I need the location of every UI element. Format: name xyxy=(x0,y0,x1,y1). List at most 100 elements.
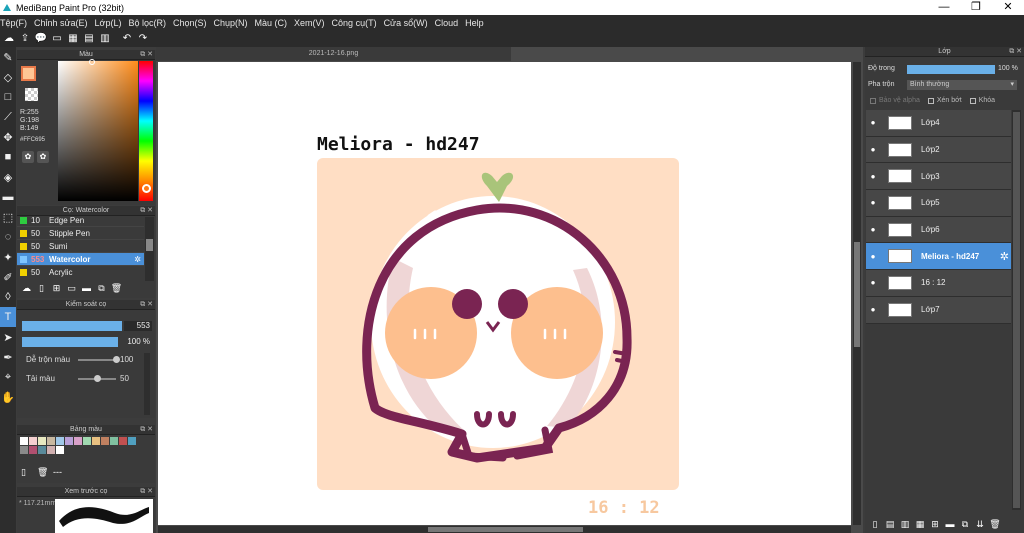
brush-item[interactable]: 50 Stipple Pen xyxy=(17,227,144,240)
layer-row[interactable]: ● Lớp3 xyxy=(866,163,1011,191)
menu-window[interactable]: Cửa sổ(W) xyxy=(384,18,433,28)
palette-swatch[interactable] xyxy=(38,446,46,454)
clipping-checkbox[interactable]: Xén bớt xyxy=(927,97,962,104)
divide-tool-icon[interactable]: ✒ xyxy=(0,347,16,367)
minimize-button[interactable]: — xyxy=(928,0,960,15)
new-8bit-layer-icon[interactable]: ▥ xyxy=(898,519,912,530)
brush-size-track[interactable] xyxy=(22,321,122,331)
new-brush-icon[interactable]: ▯ xyxy=(35,283,48,295)
undo-icon[interactable]: ↶ xyxy=(120,32,134,46)
visibility-icon[interactable]: ● xyxy=(866,172,880,181)
palette-swatch[interactable] xyxy=(101,437,109,445)
menu-view[interactable]: Xem(V) xyxy=(294,18,330,28)
gradient-tool-icon[interactable]: ▬ xyxy=(0,187,16,207)
dot-tool-icon[interactable]: □ xyxy=(0,87,16,107)
layer-row[interactable]: ● Lớp4 xyxy=(866,110,1011,137)
palette-swatch[interactable] xyxy=(65,437,73,445)
panel-close-icon[interactable]: ⧉ ✕ xyxy=(140,425,153,435)
visibility-icon[interactable]: ● xyxy=(866,225,880,234)
hand-tool-icon[interactable]: ✋ xyxy=(0,387,16,407)
color-settings-icon[interactable]: ✿ xyxy=(37,151,49,163)
canvas-vertical-scrollbar[interactable] xyxy=(853,62,861,525)
palette-swatch[interactable] xyxy=(119,437,127,445)
panel-close-icon[interactable]: ⧉ ✕ xyxy=(140,487,153,497)
layer-row[interactable]: ● 16 : 12 xyxy=(866,270,1011,297)
blend-mode-select[interactable]: Bình thường xyxy=(907,80,1017,90)
redo-icon[interactable]: ↷ xyxy=(136,32,150,46)
palette-swatch[interactable] xyxy=(56,437,64,445)
color-wheel-icon[interactable]: ✿ xyxy=(22,151,34,163)
delete-layer-icon[interactable]: 🗑 xyxy=(988,519,1002,530)
new-layer-icon[interactable]: ▯ xyxy=(868,519,882,530)
visibility-icon[interactable]: ● xyxy=(866,118,880,127)
cloud-brush-icon[interactable]: ☁ xyxy=(20,283,33,295)
palette-swatch[interactable] xyxy=(29,437,37,445)
eraser-tool-icon[interactable]: ◇ xyxy=(0,67,16,87)
menu-edit[interactable]: Chỉnh sửa(E) xyxy=(34,18,93,28)
foreground-color-swatch[interactable] xyxy=(21,66,36,81)
layer-row[interactable]: ● Lớp6 xyxy=(866,216,1011,244)
maximize-button[interactable]: ❐ xyxy=(960,0,992,15)
new-halftone-layer-icon[interactable]: ▤ xyxy=(883,519,897,530)
menu-help[interactable]: Help xyxy=(465,18,489,28)
delete-palette-icon[interactable]: 🗑 xyxy=(37,467,49,478)
drawing-canvas[interactable]: Meliora - hd247 16 : 12 xyxy=(158,62,851,525)
saturation-value-picker[interactable] xyxy=(58,61,138,201)
menu-select[interactable]: Chọn(S) xyxy=(173,18,212,28)
palette-swatch[interactable] xyxy=(38,437,46,445)
brush-tool-icon[interactable]: ✎ xyxy=(0,47,16,67)
menu-snap[interactable]: Chụp(N) xyxy=(214,18,253,28)
select-eraser-icon[interactable]: ◊ xyxy=(0,287,16,307)
new-palette-icon[interactable]: ▯ xyxy=(21,467,33,478)
horizontal-scroll-thumb[interactable] xyxy=(428,527,583,532)
palette-swatch[interactable] xyxy=(47,437,55,445)
move-tool-icon[interactable]: ✥ xyxy=(0,127,16,147)
blend-track[interactable] xyxy=(78,359,116,361)
menu-layer[interactable]: Lớp(L) xyxy=(95,18,127,28)
duplicate-layer-icon[interactable]: ⧉ xyxy=(958,519,972,530)
grid-icon[interactable]: ▤ xyxy=(82,32,96,46)
vertical-scroll-thumb[interactable] xyxy=(854,242,860,347)
lock-checkbox[interactable]: Khóa xyxy=(969,97,995,104)
layer-opacity-slider[interactable] xyxy=(907,65,995,74)
palette-swatch[interactable] xyxy=(92,437,100,445)
brush-list-scrollbar[interactable] xyxy=(145,217,154,281)
palette-swatch[interactable] xyxy=(110,437,118,445)
line-tool-icon[interactable]: ⟋ xyxy=(0,107,16,127)
gear-icon[interactable]: ✲ xyxy=(1000,250,1009,263)
brush-copy-icon[interactable]: ▭ xyxy=(65,283,78,295)
menu-color[interactable]: Màu (C) xyxy=(255,18,293,28)
menu-filter[interactable]: Bộ lọc(R) xyxy=(128,18,171,28)
palette-swatch[interactable] xyxy=(47,446,55,454)
text-tool-icon[interactable]: T xyxy=(0,307,16,327)
lasso-tool-icon[interactable]: ◌ xyxy=(0,227,16,247)
menu-file[interactable]: Tệp(F) xyxy=(0,18,32,28)
paint-load-slider[interactable]: Tải màu 50 xyxy=(26,374,146,384)
palette-swatch[interactable] xyxy=(83,437,91,445)
select-pen-icon[interactable]: ✐ xyxy=(0,267,16,287)
blend-slider[interactable]: Dễ trộn màu 100 xyxy=(26,355,146,365)
layer-list-scrollbar[interactable] xyxy=(1012,110,1021,510)
magic-wand-icon[interactable]: ✦ xyxy=(0,247,16,267)
comic-grid-icon[interactable]: ▥ xyxy=(98,32,112,46)
visibility-icon[interactable]: ● xyxy=(866,198,880,207)
panel-close-icon[interactable]: ⧉ ✕ xyxy=(1009,47,1022,57)
operation-tool-icon[interactable]: ➤ xyxy=(0,327,16,347)
background-color-swatch[interactable] xyxy=(25,88,38,101)
shape-tool-icon[interactable]: ■ xyxy=(0,147,16,167)
palette-swatch[interactable] xyxy=(20,446,28,454)
palette-swatch[interactable] xyxy=(128,437,136,445)
eyedropper-tool-icon[interactable]: ⌖ xyxy=(0,367,16,387)
palette-swatch[interactable] xyxy=(29,446,37,454)
canvas-horizontal-scrollbar[interactable] xyxy=(158,526,851,533)
menu-tools[interactable]: Công cụ(T) xyxy=(332,18,382,28)
brush-item-selected[interactable]: 553 Watercolor ✲ xyxy=(17,253,144,266)
layer-row-selected[interactable]: ● Meliora - hd247 ✲ xyxy=(866,243,1011,271)
layer-row[interactable]: ● Lớp5 xyxy=(866,190,1011,217)
blend-knob[interactable] xyxy=(113,356,120,363)
export-icon[interactable]: ⇪ xyxy=(18,32,32,46)
paint-load-knob[interactable] xyxy=(94,375,101,382)
palette-swatch[interactable] xyxy=(20,437,28,445)
cloud-icon[interactable]: ☁ xyxy=(2,32,16,46)
layer-row[interactable]: ● Lớp2 xyxy=(866,136,1011,164)
